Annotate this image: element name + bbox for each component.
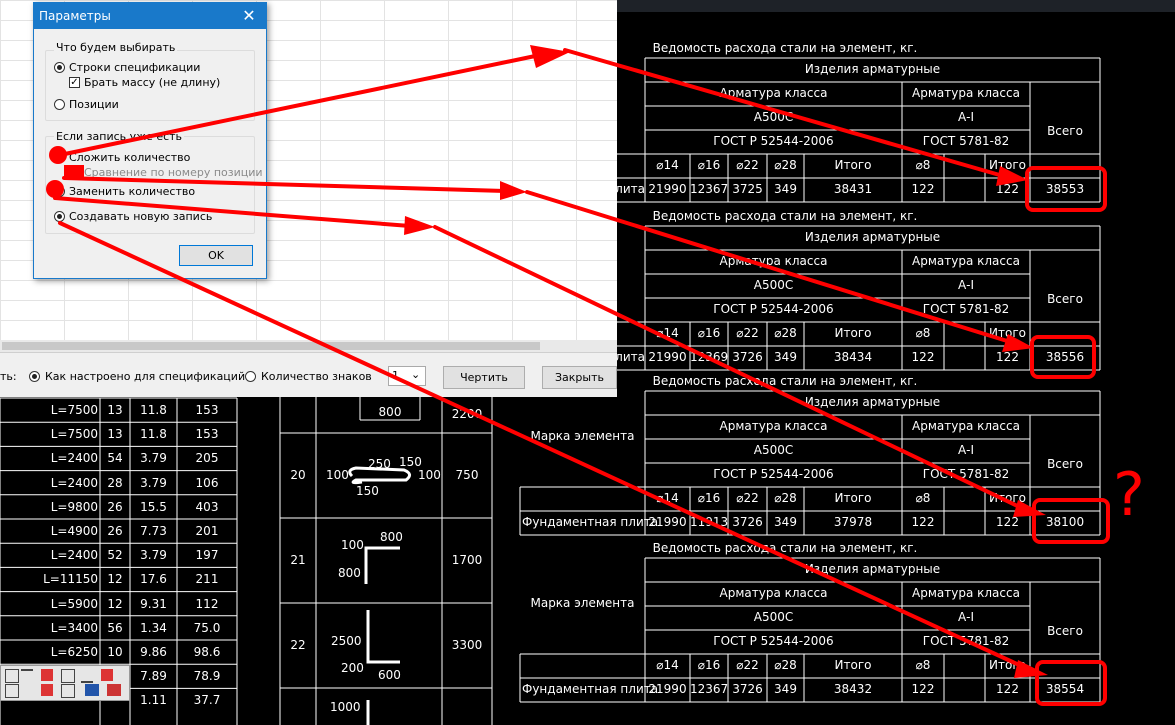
tool-icon[interactable] (107, 684, 121, 696)
red-annotation-overlay (46, 45, 1110, 706)
arrow-replace-1 (62, 176, 507, 193)
arrowhead (1002, 334, 1034, 352)
tool-icon[interactable] (61, 669, 75, 683)
marker-replace (46, 180, 64, 198)
cad-mini-toolbar (0, 665, 130, 701)
tool-icon[interactable] (81, 669, 93, 683)
arrowhead (404, 216, 435, 235)
tool-icon[interactable] (5, 684, 19, 698)
highlight-total-4 (1035, 660, 1107, 706)
arrow-add-2 (563, 48, 1012, 180)
highlight-total-1 (1025, 166, 1107, 212)
marker-square (64, 165, 84, 178)
arrowhead (500, 181, 527, 200)
arrowhead (1013, 500, 1046, 517)
arrow-add-1 (58, 53, 542, 157)
highlight-total-2 (1030, 335, 1096, 379)
tool-icon[interactable] (61, 684, 75, 698)
tool-icon[interactable] (101, 669, 113, 681)
arrow-replace-2 (525, 190, 1022, 347)
tool-icon[interactable] (41, 669, 53, 681)
table-icon[interactable] (85, 684, 99, 696)
tool-icon[interactable] (41, 684, 53, 696)
arrowhead (996, 166, 1028, 186)
arrow-new-1 (53, 196, 412, 228)
highlight-total-3 (1032, 498, 1110, 544)
tool-icon[interactable] (21, 669, 33, 683)
tool-icon[interactable] (5, 669, 19, 683)
arrow-new-2 (433, 225, 1032, 514)
arrow-new-3 (58, 221, 1032, 672)
question-mark: ? (1113, 460, 1145, 530)
